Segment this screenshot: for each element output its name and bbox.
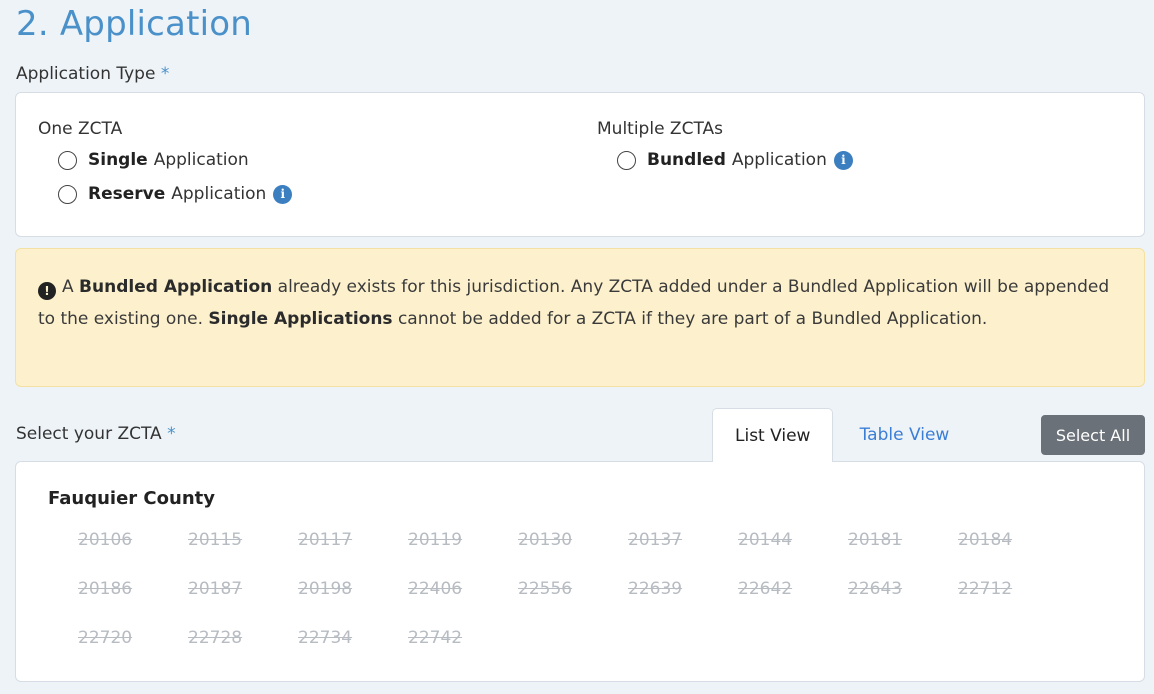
zcta-item: 20115 (188, 530, 243, 550)
single-application-radio[interactable] (58, 150, 77, 170)
zcta-item: 20186 (78, 579, 133, 599)
tab-list-view[interactable]: List View (712, 408, 834, 462)
zcta-item: 20106 (78, 530, 133, 550)
zcta-item: 22728 (188, 628, 243, 648)
reserve-application-option[interactable]: Reserve Application i (58, 177, 293, 211)
zcta-item: 20198 (298, 579, 353, 599)
required-mark: * (160, 64, 170, 84)
application-type-label-text: Application Type (16, 64, 156, 84)
zcta-item: 22734 (298, 628, 353, 648)
exclamation-circle-icon: ! (38, 282, 56, 300)
zcta-item: 22406 (408, 579, 463, 599)
one-zcta-title: One ZCTA (38, 119, 123, 139)
alert-text-1: A (62, 277, 80, 297)
one-zcta-group: One ZCTA Single Application Reserve Appl… (38, 119, 293, 211)
zcta-item: 20137 (628, 530, 683, 550)
select-zcta-label-text: Select your ZCTA (16, 424, 162, 444)
zcta-item: 20184 (958, 530, 1013, 550)
info-icon[interactable]: i (273, 184, 293, 204)
zcta-item: 22643 (848, 579, 903, 599)
zcta-item: 20187 (188, 579, 243, 599)
bundled-application-option[interactable]: Bundled Application i (617, 143, 853, 177)
reserve-application-text: Application (171, 184, 267, 204)
reserve-application-bold: Reserve (88, 184, 166, 204)
zcta-grid: 20106 20115 20117 20119 20130 20137 20144 20181… (78, 524, 1078, 654)
select-all-button[interactable]: Select All (1041, 415, 1145, 455)
zcta-list-card: Fauquier County 20106 20115 20117 20119 2013… (15, 461, 1145, 682)
zcta-item: 20119 (408, 530, 463, 550)
bundled-application-text: Application (731, 150, 827, 170)
zcta-item: 22712 (958, 579, 1013, 599)
required-mark: * (167, 424, 176, 444)
zcta-item: 20144 (738, 530, 793, 550)
select-zcta-label: Select your ZCTA * (16, 424, 176, 444)
multiple-zctas-group: Multiple ZCTAs Bundled Application i (597, 119, 853, 177)
application-type-card: One ZCTA Single Application Reserve Appl… (15, 92, 1145, 237)
bundled-application-radio[interactable] (617, 150, 636, 170)
zcta-item: 22639 (628, 579, 683, 599)
tab-table-view[interactable]: Table View (833, 408, 975, 462)
info-icon[interactable]: i (833, 150, 853, 170)
county-name: Fauquier County (48, 488, 215, 509)
multiple-zctas-title: Multiple ZCTAs (597, 119, 723, 139)
alert-text-3: cannot be added for a ZCTA if they are p… (392, 309, 988, 329)
single-application-option[interactable]: Single Application (58, 143, 292, 177)
zcta-item: 20130 (518, 530, 573, 550)
application-type-label: Application Type * (16, 64, 169, 84)
reserve-application-radio[interactable] (58, 184, 77, 204)
zcta-item: 22742 (408, 628, 463, 648)
bundled-warning-alert: ! A Bundled Application already exists fo… (15, 248, 1145, 387)
section-title: 2. Application (16, 4, 253, 44)
alert-bold-2: Single Applications (208, 309, 393, 329)
zcta-item: 22642 (738, 579, 793, 599)
view-tabs: List View Table View (712, 408, 975, 462)
zcta-item: 22556 (518, 579, 573, 599)
zcta-item: 20181 (848, 530, 903, 550)
zcta-item: 22720 (78, 628, 133, 648)
zcta-item: 20117 (298, 530, 353, 550)
single-application-text: Application (153, 150, 249, 170)
single-application-bold: Single (88, 150, 148, 170)
bundled-application-bold: Bundled (647, 150, 726, 170)
alert-bold-1: Bundled Application (79, 277, 273, 297)
